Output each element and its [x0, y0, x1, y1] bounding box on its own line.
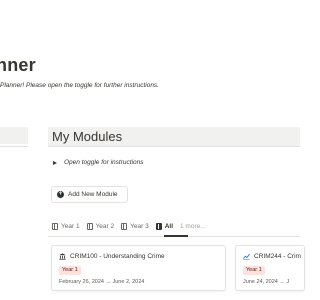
- view-tabs: Year 1 Year 2 Year 3 All 1 more...: [52, 223, 206, 230]
- page-title: nner: [0, 55, 36, 75]
- modules-divider: [48, 146, 300, 147]
- module-dates: February 26, 2024 → June 2, 2024: [59, 279, 145, 285]
- year-badge: Year 1: [243, 266, 265, 275]
- tab-label: Year 1: [61, 223, 80, 230]
- year-badge: Year 1: [59, 266, 81, 275]
- tab-year-2[interactable]: Year 2: [86, 223, 115, 230]
- module-dates: June 24, 2024 → J: [243, 279, 290, 285]
- module-card-title: CRIM100 - Understanding Crime: [59, 253, 165, 260]
- more-views-link[interactable]: 1 more...: [180, 223, 206, 230]
- book-icon: [121, 223, 128, 230]
- add-new-module-label: Add New Module: [68, 191, 118, 198]
- modules-heading: My Modules: [52, 129, 123, 144]
- left-section-divider: [0, 146, 28, 147]
- module-name: CRIM244 - Crim: [254, 253, 301, 260]
- instructions-toggle[interactable]: Open toggle for instructions: [53, 159, 144, 166]
- bank-icon: [59, 253, 66, 260]
- tab-label: Year 3: [130, 223, 149, 230]
- toggle-label: Open toggle for instructions: [64, 159, 144, 166]
- module-name: CRIM100 - Understanding Crime: [70, 253, 165, 260]
- left-section-header: [0, 127, 28, 144]
- tab-year-3[interactable]: Year 3: [121, 223, 149, 230]
- module-card[interactable]: CRIM100 - Understanding Crime Year 1 Feb…: [51, 245, 226, 291]
- toggle-arrow-icon[interactable]: [53, 160, 57, 165]
- add-new-module-button[interactable]: + Add New Module: [51, 186, 128, 203]
- book-icon: [155, 223, 162, 230]
- book-icon: [86, 223, 93, 230]
- active-tab-indicator: [164, 235, 188, 237]
- plus-circle-icon: +: [57, 191, 64, 198]
- intro-text: Planner! Please open the toggle for furt…: [0, 82, 159, 89]
- tab-label: All: [164, 223, 173, 230]
- tab-year-1[interactable]: Year 1: [52, 223, 80, 230]
- tab-all[interactable]: All: [155, 223, 173, 230]
- module-card-title: CRIM244 - Crim: [243, 253, 301, 260]
- module-card[interactable]: CRIM244 - Crim Year 1 June 24, 2024 → J: [235, 245, 305, 291]
- book-icon: [52, 223, 58, 230]
- tab-label: Year 2: [95, 223, 115, 230]
- trend-chart-icon: [243, 253, 250, 260]
